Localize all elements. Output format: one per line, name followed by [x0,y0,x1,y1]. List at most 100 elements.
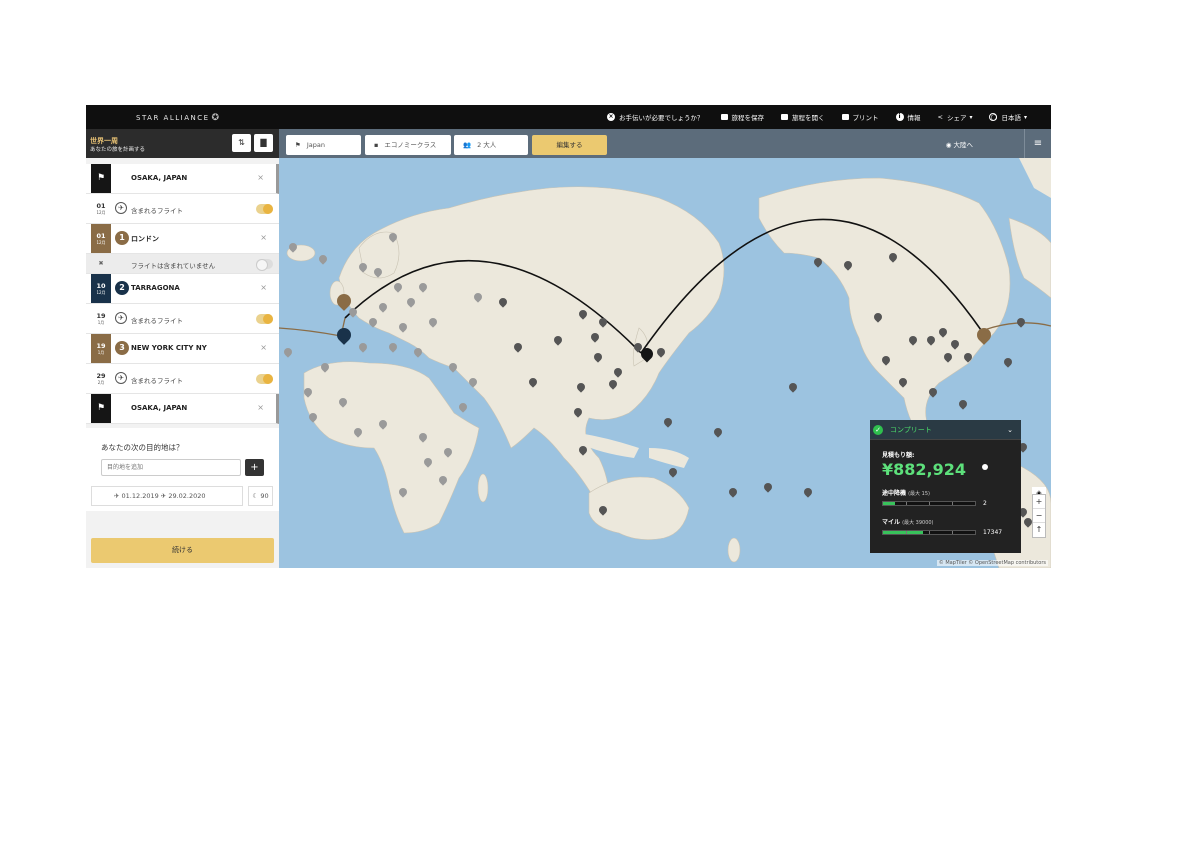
flight-row-2[interactable]: 19 1月 ✈ 含まれるフライト [86,304,279,334]
nights-value: 90 [260,492,269,500]
remove-icon[interactable]: × [260,233,267,242]
stopovers-progress [882,501,976,506]
remove-icon[interactable]: × [260,283,267,292]
seat-icon: ▪ [374,141,379,149]
excluded-label: フライトは含まれていません [131,262,216,270]
remove-icon[interactable]: × [260,343,267,352]
cabin-value: エコノミークラス [384,141,437,149]
chevron-down-icon: ⌄ [1007,426,1013,434]
share-icon: < [937,113,943,121]
stopovers-value: 2 [983,500,987,507]
check-circle-icon: ✓ [873,425,883,435]
landing-icon: ✈ [158,492,169,500]
date-day: 19 [96,312,106,320]
info-button[interactable]: i 情報 [895,112,921,122]
destination-input[interactable] [101,459,241,476]
left-header: 世界一周 あなたの旅を計画する ⇅ ▇ [86,129,279,158]
itinerary-sidebar: ⚑ OSAKA, JAPAN × 01 12月 ✈ 含まれるフライト 01 12月 … [86,158,279,568]
country-value: Japan [306,141,325,149]
progress-tick [952,531,953,534]
reorder-icon: ⇅ [238,138,245,147]
zoom-out-button[interactable]: − [1033,509,1045,523]
cabin-select[interactable]: ▪ エコノミークラス [365,135,451,155]
date-day: 19 [96,342,106,350]
passenger-select[interactable]: 👥 2 大人 [454,135,528,155]
stop-row-1[interactable]: 01 12月 1 ロンドン × [86,224,279,254]
flight-row-3[interactable]: 29 2月 ✈ 含まれるフライト [86,364,279,394]
destination-city: OSAKA, JAPAN [131,404,188,412]
miles-progress [882,530,976,535]
date-day: 10 [96,282,106,290]
help-link[interactable]: × お手伝いが必要でしょうか？ [607,112,704,122]
stopovers-max: (最大 15) [908,491,930,497]
flight-row-1[interactable]: 01 12月 ✈ 含まれるフライト [86,194,279,224]
map-attribution: © MapTiler © OpenStreetMap contributors [936,560,1048,566]
star-logo-icon: ✪ [211,113,221,123]
summary-header[interactable]: ✓ コンプリート ⌄ [870,420,1021,440]
help-label: お手伝いが必要でしょうか？ [619,114,704,122]
app-window: STAR ALLIANCE ✪ × お手伝いが必要でしょうか？ 旅程を保存 旅程を開… [86,105,1051,568]
return-date: 29.02.2020 [168,492,206,500]
destination-row[interactable]: ⚑ OSAKA, JAPAN × [86,394,279,424]
brand-logo[interactable]: STAR ALLIANCE ✪ [136,113,221,123]
flight-toggle[interactable] [256,314,273,324]
date-box: 29 2月 [91,364,111,393]
add-destination-button[interactable]: + [245,459,264,476]
chevron-down-icon: ▾ [969,113,973,121]
info-icon[interactable] [982,464,988,470]
plane-icon: ✈ [115,372,127,384]
continue-button[interactable]: 続ける [91,538,274,563]
depart-date: 01.12.2019 [121,492,159,500]
stopovers-progress-fill [883,502,895,505]
price-label: 見積もり額: [882,452,915,459]
date-month: 12月 [96,290,106,295]
zoom-in-button[interactable]: + [1033,495,1045,509]
stop-row-3[interactable]: 19 1月 3 NEW YORK CITY NY × [86,334,279,364]
edit-button[interactable]: 編集する [532,135,607,155]
continent-button[interactable]: ◉ 大陸へ [946,139,973,149]
language-menu[interactable]: ◯ 日本語 ▾ [989,112,1027,122]
save-itinerary-button[interactable]: 旅程を保存 [720,112,765,122]
plus-icon: + [250,462,259,473]
share-menu[interactable]: < シェア ▾ [938,112,973,122]
date-box: 01 12月 [91,194,111,223]
date-box: 19 1月 [91,334,111,363]
stop-number-badge: 1 [115,231,129,245]
info-label: 情報 [907,114,921,122]
miles-progress-fill [883,531,924,534]
print-label: プリント [852,114,879,122]
save-label: 旅程を保存 [731,114,765,122]
save-icon [720,114,728,120]
print-button[interactable]: プリント [841,112,879,122]
reorder-button[interactable]: ⇅ [232,134,251,152]
progress-tick [929,502,930,505]
date-box: 01 12月 [91,224,111,253]
flight-toggle[interactable] [256,259,273,271]
menu-button[interactable]: ≡ [1024,129,1051,158]
date-day: 29 [96,372,106,380]
flight-toggle[interactable] [256,374,273,384]
top-bar: STAR ALLIANCE ✪ × お手伝いが必要でしょうか？ 旅程を保存 旅程を開… [86,105,1051,129]
date-month: 1月 [97,350,105,355]
close-small-icon: ✖ [98,260,104,267]
miles-text: マイル [882,519,901,526]
country-select[interactable]: ⚑ Japan [286,135,361,155]
excluded-flight-row[interactable]: ✖ フライトは含まれていません [86,254,279,274]
north-arrow-icon[interactable]: ↑ [1033,523,1045,537]
flight-toggle[interactable] [256,204,273,214]
brand-text: STAR ALLIANCE [136,114,210,122]
status-label: コンプリート [890,426,932,434]
progress-tick [929,531,930,534]
open-itinerary-button[interactable]: 旅程を開く [781,112,825,122]
remove-icon[interactable]: × [257,403,264,412]
delete-button[interactable]: ▇ [254,134,273,152]
origin-row[interactable]: ⚑ OSAKA, JAPAN × [86,164,279,194]
world-map[interactable]: © MapTiler © OpenStreetMap contributors … [279,158,1051,568]
date-month: 1月 [97,320,105,325]
remove-icon[interactable]: × [257,173,264,182]
stop-number-badge: 3 [115,341,129,355]
stopovers-label: 途中降機 (最大 15) [882,488,930,497]
flight-label: 含まれるフライト [131,377,183,385]
stop-row-2[interactable]: 10 12月 2 TARRAGONA × [86,274,279,304]
date-range[interactable]: ✈ 01.12.2019 ✈ 29.02.2020 [91,486,243,506]
